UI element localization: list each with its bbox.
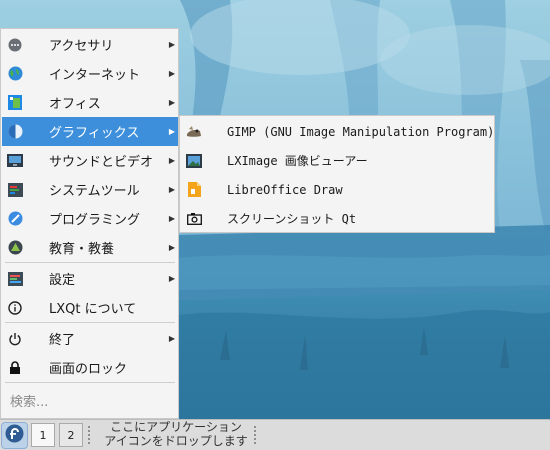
menu-item-sound-video[interactable]: サウンドとビデオ ▶ — [2, 146, 178, 175]
system-tools-icon — [7, 182, 23, 198]
submenu-item-lximage[interactable]: LXImage 画像ビューアー — [181, 146, 493, 175]
menu-item-label: サウンドとビデオ — [49, 155, 154, 170]
lock-icon — [7, 360, 23, 376]
panel-grip-handle[interactable] — [253, 425, 257, 445]
menu-item-office[interactable]: オフィス ▶ — [2, 88, 178, 117]
quicklaunch-dropzone[interactable]: ここにアプリケーション アイコンをドロップします — [96, 420, 256, 448]
graphics-submenu: GIMP (GNU Image Manipulation Program) LX… — [179, 115, 495, 233]
menu-item-education[interactable]: 教育・教養 ▶ — [2, 233, 178, 262]
gimp-icon — [186, 124, 202, 140]
quicklaunch-hint-line1: ここにアプリケーション — [110, 420, 242, 434]
menu-item-label: 設定 — [49, 273, 76, 288]
programming-icon — [7, 211, 23, 227]
submenu-item-label: LibreOffice Draw — [227, 182, 343, 197]
desktop-switch-1[interactable]: 1 — [31, 423, 55, 447]
chevron-right-icon: ▶ — [168, 334, 175, 343]
menu-item-label: LXQt について — [49, 302, 137, 317]
menu-item-about[interactable]: LXQt について — [2, 293, 178, 322]
menu-item-label: アクセサリ — [49, 39, 114, 54]
menu-item-label: インターネット — [49, 68, 141, 83]
settings-icon — [7, 271, 23, 287]
menu-item-settings[interactable]: 設定 ▶ — [2, 264, 178, 293]
menu-item-system-tools[interactable]: システムツール ▶ — [2, 175, 178, 204]
menu-item-programming[interactable]: プログラミング ▶ — [2, 204, 178, 233]
chevron-right-icon: ▶ — [168, 40, 175, 49]
menu-item-label: システムツール — [49, 184, 140, 199]
menu-item-label: 画面のロック — [49, 362, 128, 377]
image-viewer-icon — [186, 153, 202, 169]
chevron-right-icon: ▶ — [168, 243, 175, 252]
chevron-right-icon: ▶ — [168, 98, 175, 107]
menu-item-label: 終了 — [49, 333, 76, 348]
menu-item-label: グラフィックス — [49, 126, 140, 141]
power-icon — [7, 331, 23, 347]
chevron-right-icon: ▶ — [168, 69, 175, 78]
screenshot-icon — [186, 211, 202, 227]
taskbar-panel: 1 2 ここにアプリケーション アイコンをドロップします — [0, 419, 550, 450]
chevron-right-icon: ▶ — [168, 214, 175, 223]
menu-item-leave[interactable]: 終了 ▶ — [2, 324, 178, 353]
menu-item-graphics[interactable]: グラフィックス ▶ — [2, 117, 178, 146]
search-input[interactable]: 検索... — [10, 391, 48, 410]
application-menu: アクセサリ ▶ インターネット ▶ オフィス ▶ グラフィックス ▶ サウンドと… — [0, 28, 179, 419]
chevron-right-icon: ▶ — [168, 274, 175, 283]
fedora-logo-icon — [5, 424, 24, 447]
menu-item-lock-screen[interactable]: 画面のロック — [2, 353, 178, 382]
submenu-item-label: LXImage 画像ビューアー — [227, 154, 368, 168]
submenu-item-label: GIMP (GNU Image Manipulation Program) — [227, 124, 495, 139]
menu-separator — [5, 322, 175, 323]
graphics-icon — [7, 124, 23, 140]
submenu-item-gimp[interactable]: GIMP (GNU Image Manipulation Program) — [181, 117, 495, 146]
start-menu-button[interactable] — [1, 422, 28, 449]
chevron-right-icon: ▶ — [168, 185, 175, 194]
accessories-icon — [7, 37, 23, 53]
menu-item-accessories[interactable]: アクセサリ ▶ — [2, 30, 178, 59]
menu-item-internet[interactable]: インターネット ▶ — [2, 59, 178, 88]
submenu-item-libreoffice-draw[interactable]: LibreOffice Draw — [181, 175, 493, 204]
menu-separator — [5, 262, 175, 263]
desktop-switch-2[interactable]: 2 — [59, 423, 83, 447]
menu-separator — [5, 382, 175, 383]
info-icon — [7, 300, 23, 316]
chevron-right-icon: ▶ — [168, 127, 175, 136]
panel-grip-handle[interactable] — [87, 425, 91, 445]
education-icon — [7, 240, 23, 256]
submenu-item-label: スクリーンショット Qt — [227, 212, 357, 226]
menu-item-label: 教育・教養 — [49, 242, 115, 257]
menu-item-label: プログラミング — [49, 213, 141, 228]
quicklaunch-hint-line2: アイコンをドロップします — [104, 434, 248, 448]
multimedia-icon — [7, 153, 23, 169]
office-icon — [7, 95, 23, 111]
globe-icon — [7, 66, 23, 82]
menu-item-label: オフィス — [49, 97, 101, 112]
chevron-right-icon: ▶ — [168, 156, 175, 165]
libreoffice-draw-icon — [186, 182, 202, 198]
submenu-item-screenshot[interactable]: スクリーンショット Qt — [181, 204, 493, 233]
